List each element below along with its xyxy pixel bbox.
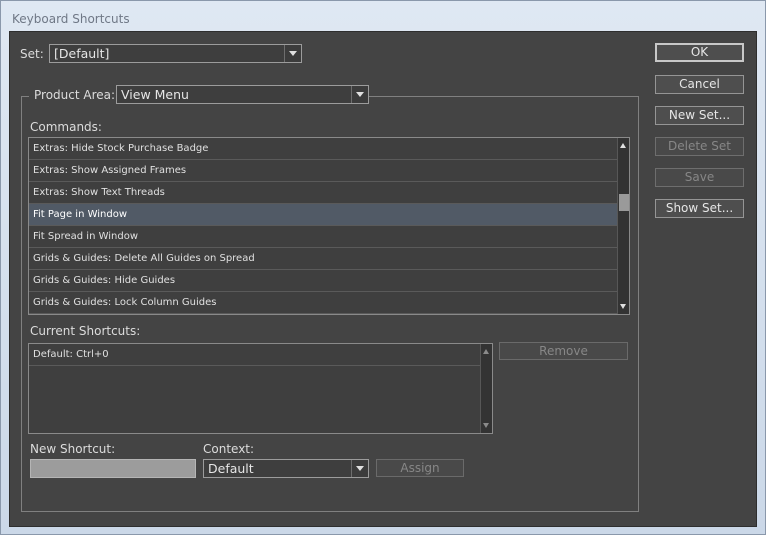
- new-set-button[interactable]: New Set...: [655, 106, 744, 125]
- assign-button[interactable]: Assign: [376, 459, 464, 477]
- set-dropdown[interactable]: [Default]: [49, 44, 302, 63]
- dialog-body: Set: [Default] OK Cancel New Set... Dele…: [9, 31, 757, 527]
- cancel-button[interactable]: Cancel: [655, 75, 744, 94]
- scroll-down-arrow-icon[interactable]: [620, 304, 626, 309]
- command-list-item[interactable]: Extras: Hide Stock Purchase Badge: [29, 138, 617, 160]
- context-label: Context:: [203, 442, 255, 456]
- command-list-item[interactable]: Grids & Guides: Delete All Guides on Spr…: [29, 248, 617, 270]
- scroll-up-arrow-icon[interactable]: [483, 349, 489, 354]
- command-list-item[interactable]: Grids & Guides: Hide Guides: [29, 270, 617, 292]
- context-dropdown[interactable]: Default: [203, 459, 369, 478]
- product-area-dropdown[interactable]: View Menu: [116, 85, 369, 104]
- current-shortcuts-label: Current Shortcuts:: [30, 324, 141, 338]
- commands-scrollbar[interactable]: [617, 138, 629, 314]
- delete-set-button[interactable]: Delete Set: [655, 137, 744, 156]
- chevron-down-icon: [351, 460, 368, 477]
- set-label: Set:: [20, 47, 44, 61]
- save-button[interactable]: Save: [655, 168, 744, 187]
- command-list-item[interactable]: Fit Page in Window: [29, 204, 617, 226]
- commands-label: Commands:: [30, 120, 102, 134]
- show-set-button[interactable]: Show Set...: [655, 199, 744, 218]
- ok-button[interactable]: OK: [655, 43, 744, 62]
- chevron-down-icon: [351, 86, 368, 103]
- window-title: Keyboard Shortcuts: [12, 12, 130, 26]
- chevron-down-icon: [284, 45, 301, 62]
- keyboard-shortcuts-dialog: Keyboard Shortcuts Set: [Default] OK Can…: [0, 0, 766, 535]
- scrollbar-thumb[interactable]: [619, 194, 629, 211]
- command-list-item[interactable]: Grids & Guides: Lock Column Guides: [29, 292, 617, 314]
- command-list-item[interactable]: Extras: Show Assigned Frames: [29, 160, 617, 182]
- product-area-label: Product Area:: [29, 88, 120, 102]
- command-list-item[interactable]: Extras: Show Text Threads: [29, 182, 617, 204]
- shortcuts-scrollbar[interactable]: [480, 344, 492, 433]
- remove-button[interactable]: Remove: [499, 342, 628, 360]
- scroll-up-arrow-icon[interactable]: [620, 143, 626, 148]
- new-shortcut-input[interactable]: [30, 459, 196, 478]
- shortcut-list-item[interactable]: Default: Ctrl+0: [29, 344, 480, 366]
- set-dropdown-value: [Default]: [54, 46, 110, 61]
- commands-list[interactable]: Extras: Hide Stock Purchase Badge Extras:…: [28, 137, 630, 315]
- command-list-item[interactable]: Fit Spread in Window: [29, 226, 617, 248]
- new-shortcut-label: New Shortcut:: [30, 442, 116, 456]
- context-dropdown-value: Default: [208, 461, 254, 476]
- product-area-dropdown-value: View Menu: [121, 87, 189, 102]
- current-shortcuts-list[interactable]: Default: Ctrl+0: [28, 343, 493, 434]
- scroll-down-arrow-icon[interactable]: [483, 423, 489, 428]
